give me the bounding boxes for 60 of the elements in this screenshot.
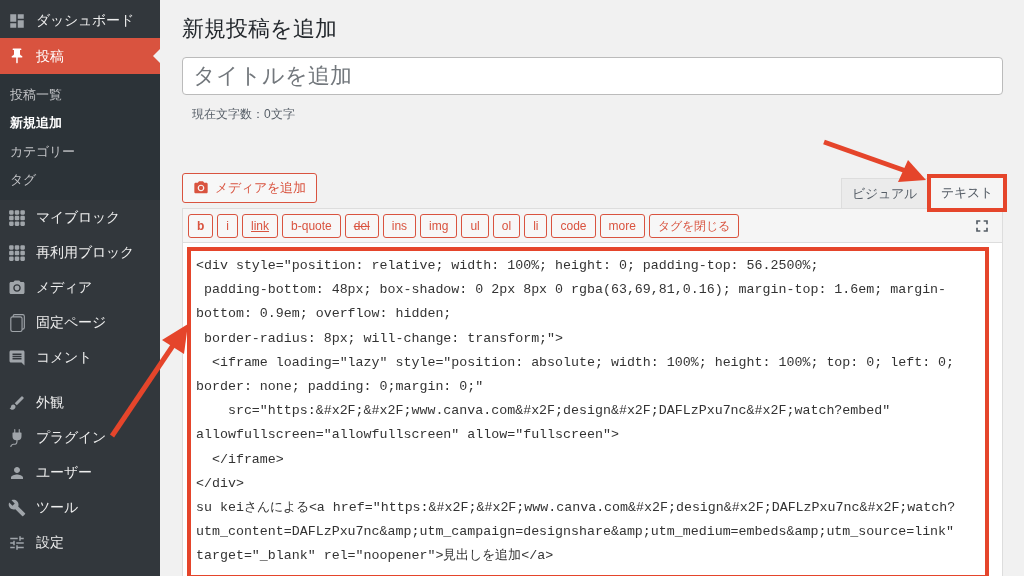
quicktag-button[interactable]: img — [420, 213, 458, 238]
sidebar-item[interactable]: ツール — [0, 490, 160, 525]
quicktag-button[interactable]: ins — [382, 213, 417, 238]
add-media-button[interactable]: メディアを追加 — [182, 173, 317, 203]
submenu-item[interactable]: 投稿一覧 — [0, 80, 160, 109]
quicktag-button[interactable]: i — [217, 213, 238, 238]
submenu-item[interactable]: カテゴリー — [0, 137, 160, 166]
quicktag-button[interactable]: del — [344, 213, 379, 238]
code-line: padding-bottom: 48px; box-shadow: 0 2px 8px 0 rgba(63,69,81,0.16); margin-top: 1.6em; margin- — [202, 281, 947, 300]
brush-icon — [8, 393, 26, 412]
code-line: su keiさんによる<a href="https:&#x2F;&#x2F;www.canva.com&#x2F;design&#x2F;DAFLzPxu7nc&#x2F;watch? — [196, 499, 956, 518]
sidebar-item[interactable]: メディア — [0, 270, 160, 305]
character-count: 現在文字数：0文字 — [192, 106, 295, 123]
submenu-item[interactable]: タグ — [0, 165, 160, 194]
sidebar-item[interactable]: 再利用ブロック — [0, 235, 160, 270]
dashboard-icon — [8, 11, 26, 30]
quicktag-button[interactable]: タグを閉じる — [648, 213, 739, 238]
code-line: border: none; padding: 0;margin: 0;" — [196, 378, 484, 396]
sidebar-item[interactable]: ユーザー — [0, 455, 160, 490]
annotation-arrow-icon — [108, 322, 190, 440]
wrench-icon — [8, 498, 26, 517]
sidebar-item[interactable]: コメント — [0, 340, 160, 375]
quicktag-button[interactable]: ul — [461, 213, 489, 238]
code-line: </div> — [196, 474, 244, 493]
submenu-item[interactable]: 新規追加 — [0, 108, 160, 137]
sidebar-item[interactable]: 外観 — [0, 385, 160, 420]
quicktag-button[interactable]: link — [242, 213, 279, 238]
grid-icon — [8, 243, 26, 262]
quicktag-button[interactable]: code — [551, 213, 596, 238]
code-line: target="_blank" rel="noopener">見出しを追加</a> — [196, 547, 554, 566]
code-line: <iframe loading="lazy" style="position: absolute; width: 100%; height: 100%; top: 0; left: 0; — [210, 353, 955, 372]
code-line: border-radius: 8px; will-change: transform;"> — [202, 329, 564, 348]
grid-icon — [8, 208, 26, 227]
current-pointer-icon — [153, 49, 160, 63]
sidebar-item[interactable]: ダッシュボード — [0, 3, 160, 38]
annotation-arrow-icon — [822, 138, 928, 184]
sidebar-item[interactable]: マイブロック — [0, 200, 160, 235]
code-line: utm_content=DAFLzPxu7nc&amp;utm_campaign=designshare&amp;utm_medium=embeds&amp;utm_source=link" — [196, 523, 955, 542]
code-line: src="https:&#x2F;&#x2F;www.canva.com&#x2F;design&#x2F;DAFLzPxu7nc&#x2F;watch?embed" — [226, 402, 891, 421]
code-line: allowfullscreen="allowfullscreen" allow="fullscreen"> — [196, 426, 619, 445]
quicktag-button[interactable]: more — [599, 213, 645, 238]
camera-icon — [8, 278, 26, 297]
media-icon — [193, 180, 209, 196]
sidebar-item[interactable]: 固定ページ — [0, 305, 160, 340]
quicktag-button[interactable]: li — [524, 213, 548, 238]
speech-bubble-icon — [8, 348, 26, 367]
sliders-icon — [8, 533, 26, 552]
sidebar-item[interactable]: 設定 — [0, 525, 160, 560]
editor-tab[interactable]: ビジュアル — [841, 178, 928, 208]
quicktag-button[interactable]: b-quote — [282, 213, 341, 238]
title-field[interactable]: タイトルを追加 — [182, 57, 1003, 95]
code-line: </iframe> — [210, 450, 284, 469]
sidebar-item[interactable]: プラグイン — [0, 420, 160, 455]
code-line: <div style="position: relative; width: 100%; height: 0; padding-top: 56.2500%; — [196, 257, 819, 275]
pages-icon — [8, 313, 26, 332]
page-title: 新規投稿を追加 — [182, 15, 338, 43]
quicktag-button[interactable]: ol — [492, 213, 521, 238]
code-line: bottom: 0.9em; overflow: hidden; — [196, 305, 452, 324]
quicktag-button[interactable]: b — [188, 213, 214, 238]
sidebar-item[interactable]: 投稿 — [0, 38, 160, 74]
